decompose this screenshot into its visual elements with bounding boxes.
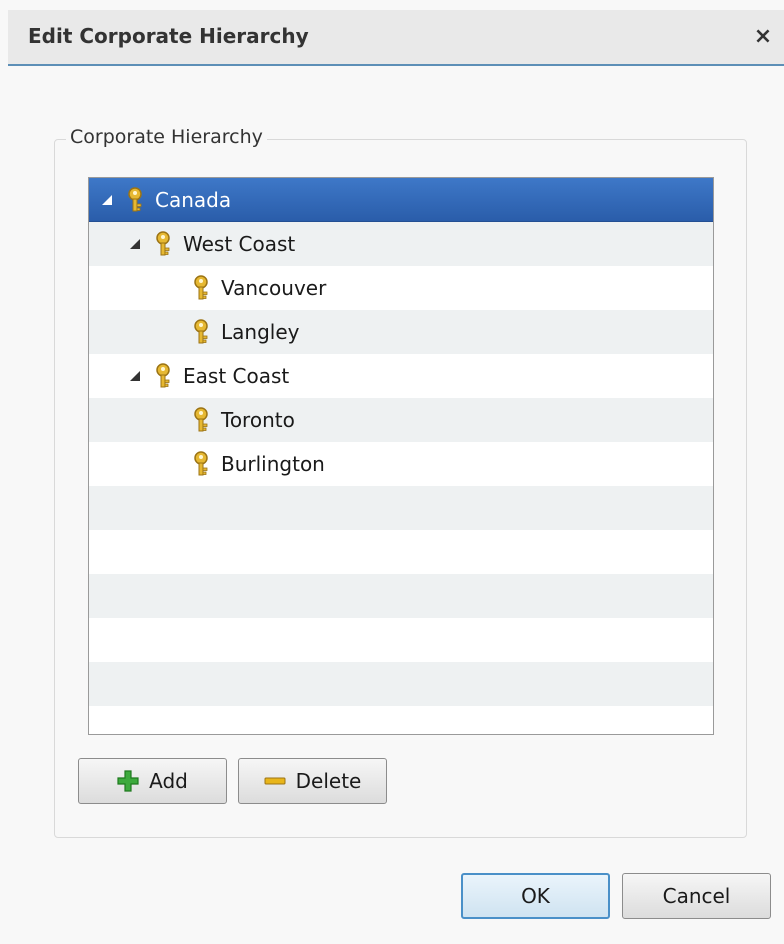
key-icon [191,451,211,477]
ok-button[interactable]: OK [461,873,610,919]
expand-arrow-icon[interactable] [99,192,115,208]
delete-button[interactable]: Delete [238,758,387,804]
tree-row[interactable]: Toronto [89,398,713,442]
plus-icon [117,770,139,792]
key-icon [153,363,173,389]
empty-row [89,574,713,618]
tree-row[interactable]: East Coast [89,354,713,398]
tree-node-label: West Coast [183,232,296,256]
ok-button-label: OK [521,884,550,908]
expand-arrow-icon[interactable] [127,368,143,384]
close-button[interactable]: × [750,22,776,52]
add-button[interactable]: Add [78,758,227,804]
empty-row [89,530,713,574]
key-icon [191,275,211,301]
hierarchy-tree[interactable]: Canada West Coast Vancouver Langley East… [88,177,714,735]
tree-node-label: Canada [155,188,232,212]
empty-row [89,706,713,734]
tree-row[interactable]: Canada [89,178,713,222]
tree-row[interactable]: Vancouver [89,266,713,310]
empty-row [89,662,713,706]
key-icon [153,231,173,257]
key-icon [191,319,211,345]
tree-node-label: East Coast [183,364,290,388]
expand-arrow-icon[interactable] [127,236,143,252]
tree-node-label: Burlington [221,452,325,476]
tree-node-label: Langley [221,320,300,344]
key-icon [191,407,211,433]
tree-node-label: Vancouver [221,276,327,300]
edit-hierarchy-dialog: Edit Corporate Hierarchy × Corporate Hie… [0,0,784,944]
tree-row[interactable]: Burlington [89,442,713,486]
groupbox-legend: Corporate Hierarchy [66,126,267,148]
empty-row [89,618,713,662]
add-button-label: Add [149,769,188,793]
tree-row[interactable]: West Coast [89,222,713,266]
cancel-button-label: Cancel [662,884,731,908]
empty-row [89,486,713,530]
cancel-button[interactable]: Cancel [622,873,771,919]
minus-icon [264,775,286,787]
key-icon [125,187,145,213]
dialog-title: Edit Corporate Hierarchy [28,24,309,48]
tree-row[interactable]: Langley [89,310,713,354]
tree-node-label: Toronto [221,408,295,432]
delete-button-label: Delete [295,769,362,793]
title-bar: Edit Corporate Hierarchy × [8,10,784,66]
